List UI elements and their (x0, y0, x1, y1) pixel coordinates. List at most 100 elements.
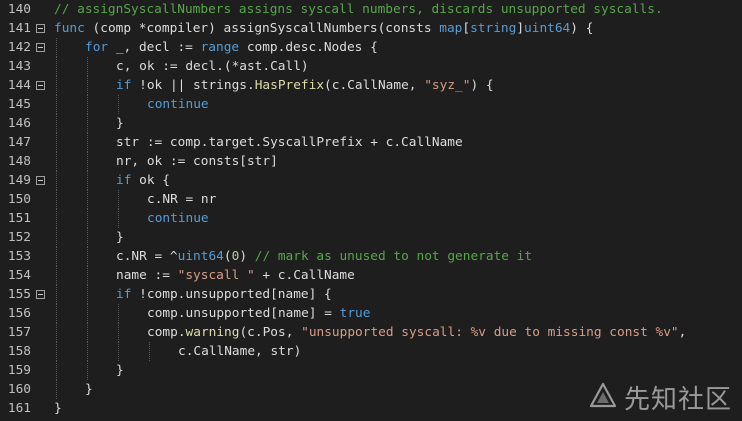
line-number: 158 (7, 344, 31, 359)
code-token: _, decl := (108, 40, 201, 55)
line-number: 144 (7, 78, 31, 93)
code-editor[interactable]: 140 // assignSyscallNumbers assigns sysca… (0, 0, 742, 421)
code-token: } (54, 401, 62, 416)
fold-collapse-icon[interactable] (36, 43, 45, 52)
code-text: c.NR = ^uint64(0) // mark as unused to n… (116, 247, 532, 266)
indent-guide (118, 95, 120, 114)
indent-guide (87, 266, 89, 285)
code-line[interactable]: 140 // assignSyscallNumbers assigns sysca… (0, 0, 742, 19)
code-line[interactable]: 143 c, ok := decl.(*ast.Call) (0, 57, 742, 76)
fold-collapse-icon[interactable] (36, 81, 45, 90)
code-token: c.NR = ^ (116, 249, 178, 264)
code-line[interactable]: 151 continue (0, 209, 742, 228)
watermark-text: 先知社区 (623, 384, 732, 415)
code-token: map (439, 21, 463, 36)
code-line[interactable]: 150 c.NR = nr (0, 190, 742, 209)
fold-collapse-icon[interactable] (36, 176, 45, 185)
code-line[interactable]: 148 nr, ok := consts[str] (0, 152, 742, 171)
indent-guide (56, 95, 58, 114)
code-token: } (116, 363, 124, 378)
code-token: (c.Pos, (239, 325, 302, 340)
fold-collapse-icon[interactable] (36, 24, 45, 33)
indent-guide (118, 323, 120, 342)
code-token: ] (516, 21, 525, 36)
code-text: for _, decl := range comp.desc.Nodes { (85, 38, 378, 57)
code-text: comp.warning(c.Pos, "unsupported syscall… (147, 323, 686, 342)
code-token: [ (462, 21, 471, 36)
line-number: 146 (7, 116, 31, 131)
indent-guide (56, 38, 58, 57)
code-line[interactable]: 156 comp.unsupported[name] = true (0, 304, 742, 323)
indent-guide (87, 209, 89, 228)
indent-guide (118, 342, 120, 361)
code-line[interactable]: 158 c.CallName, str) (0, 342, 742, 361)
indent-guide (56, 380, 58, 399)
line-number: 140 (7, 2, 31, 17)
code-line[interactable]: 149 if ok { (0, 171, 742, 190)
line-number: 150 (7, 192, 31, 207)
code-line[interactable]: 141 func (comp *compiler) assignSyscallNu… (0, 19, 742, 38)
code-token: true (339, 306, 371, 321)
indent-guide (56, 152, 58, 171)
code-line[interactable]: 157 comp.warning(c.Pos, "unsupported sysc… (0, 323, 742, 342)
indent-guide (56, 228, 58, 247)
code-line[interactable]: 159} (0, 361, 742, 380)
line-number: 161 (7, 401, 31, 416)
code-token: (c.CallName, (324, 78, 425, 93)
indent-guide (87, 190, 89, 209)
indent-guide (87, 152, 89, 171)
code-line[interactable]: 146} (0, 114, 742, 133)
code-line[interactable]: 144 if !ok || strings.HasPrefix(c.CallNam… (0, 76, 742, 95)
indent-guide (56, 171, 58, 190)
code-line[interactable]: 147 str := comp.target.SyscallPrefix + c.… (0, 133, 742, 152)
code-token: // mark as unused to not generate it (254, 249, 533, 264)
indent-guide (149, 342, 151, 361)
indent-guide (87, 57, 89, 76)
code-token: } (116, 230, 124, 245)
indent-guide (56, 342, 58, 361)
code-text: } (116, 361, 124, 380)
code-text: nr, ok := consts[str] (116, 152, 278, 171)
indent-guide (87, 133, 89, 152)
watermark: 先知社区 (588, 380, 732, 415)
code-line[interactable]: 155 if !comp.unsupported[name] { (0, 285, 742, 304)
code-token: if (116, 173, 132, 188)
line-number: 149 (7, 173, 31, 188)
line-number: 148 (7, 154, 31, 169)
line-number: 145 (7, 97, 31, 112)
code-token: "syz_" (424, 78, 471, 93)
code-token: continue (147, 97, 209, 112)
code-text: continue (147, 209, 209, 228)
code-text: func (comp *compiler) assignSyscallNumbe… (54, 19, 593, 38)
code-text: if ok { (116, 171, 170, 190)
code-line[interactable]: 142 for _, decl := range comp.desc.Nodes … (0, 38, 742, 57)
code-text: name := "syscall " + c.CallName (116, 266, 355, 285)
code-token: , (678, 325, 687, 340)
indent-guide (87, 95, 89, 114)
code-token: continue (147, 211, 209, 226)
code-token: range (200, 40, 240, 55)
code-token: !ok || strings. (131, 78, 255, 93)
line-number: 143 (7, 59, 31, 74)
indent-guide (56, 190, 58, 209)
code-line[interactable]: 154 name := "syscall " + c.CallName (0, 266, 742, 285)
indent-guide (56, 133, 58, 152)
line-number: 160 (7, 382, 31, 397)
code-line[interactable]: 145 continue (0, 95, 742, 114)
code-token: uint64 (177, 249, 224, 264)
line-number: 147 (7, 135, 31, 150)
line-number: 156 (7, 306, 31, 321)
fold-collapse-icon[interactable] (36, 290, 45, 299)
line-number: 153 (7, 249, 31, 264)
code-token: ) { (570, 21, 594, 36)
code-token: (comp *compiler) assignSyscallNumbers(co… (84, 21, 440, 36)
indent-guide (118, 209, 120, 228)
code-line[interactable]: 152} (0, 228, 742, 247)
code-token: comp.unsupported[name] = (147, 306, 340, 321)
indent-guide (87, 342, 89, 361)
code-line[interactable]: 153 c.NR = ^uint64(0) // mark as unused t… (0, 247, 742, 266)
code-token: // assignSyscallNumbers assigns syscall … (54, 2, 663, 17)
code-text: } (116, 228, 124, 247)
code-token: } (116, 116, 124, 131)
code-token: string (470, 21, 517, 36)
